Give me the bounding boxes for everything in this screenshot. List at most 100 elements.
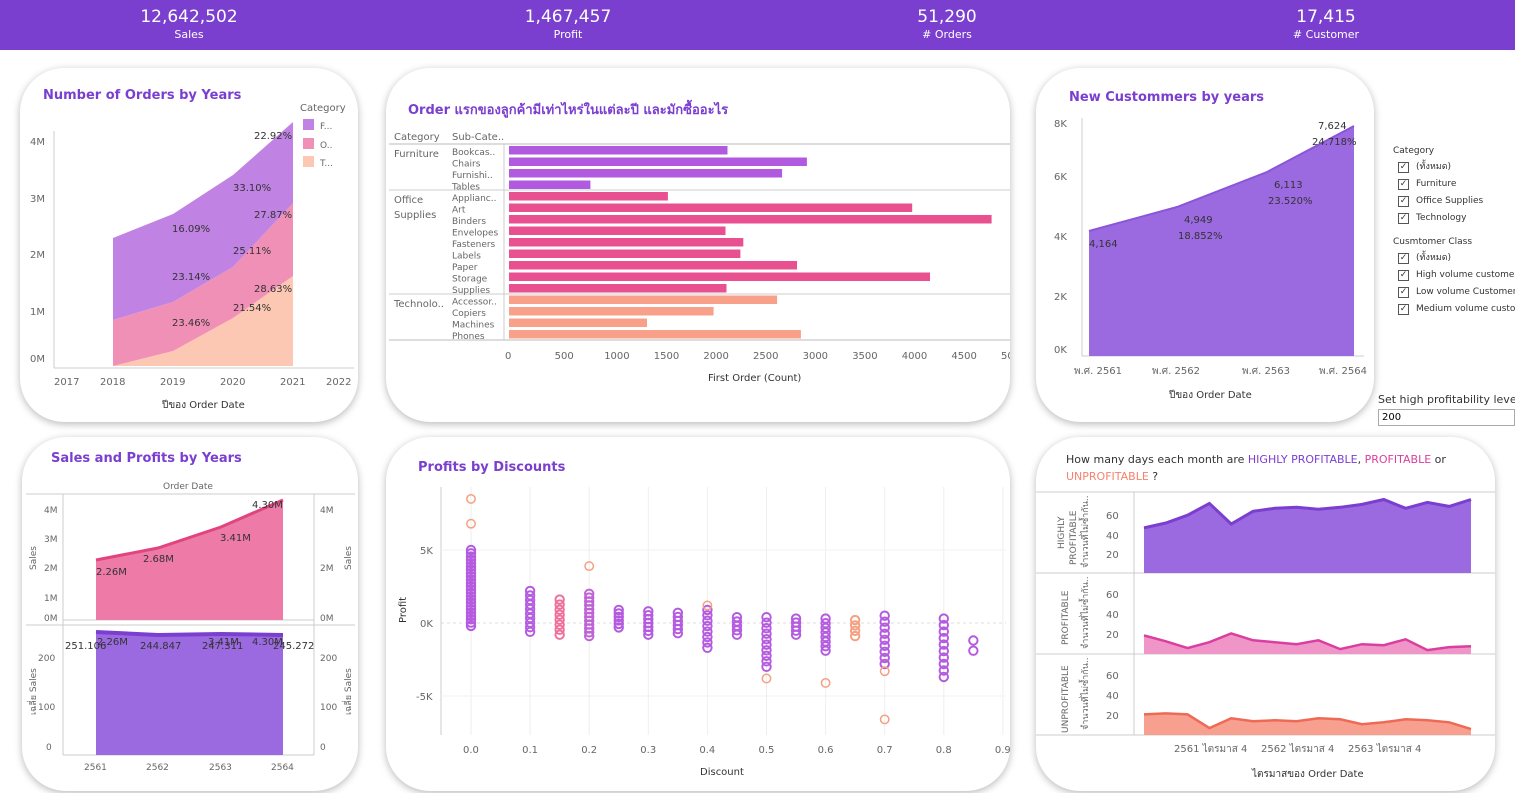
checkbox-checked-icon[interactable]: ✓ [1398, 196, 1409, 207]
row-sublabel: จำนวนที่ไม่ซ้ำกัน.. [1078, 657, 1091, 730]
bar[interactable] [509, 226, 726, 236]
row-label-highly-profitable: HIGHLY [1057, 516, 1067, 549]
y-tick: 6K [1054, 172, 1067, 183]
data-label: 6,113 [1274, 180, 1303, 191]
scatter-point[interactable] [968, 635, 979, 646]
x-tick: 0.9 [995, 745, 1010, 756]
class-filter-item[interactable]: ✓ Low volume Customer [1378, 284, 1515, 301]
y-tick: 8K [1054, 119, 1067, 130]
y-tick: 40 [1106, 610, 1119, 621]
category-label: Office [394, 195, 423, 206]
bar[interactable] [509, 180, 591, 190]
subcategory-label: Furnishi.. [452, 171, 493, 181]
x-tick: 2561 ไตรมาส 4 [1174, 743, 1247, 755]
bar[interactable] [509, 249, 741, 259]
legend-swatch-office [303, 138, 314, 149]
y-tick: 100 [320, 703, 337, 713]
new-customers-chart[interactable]: 0K 2K 4K 6K 8K 4,164 4,949 18.852% 6,113… [1036, 68, 1374, 422]
kpi-sales-value: 12,642,502 [140, 7, 238, 27]
x-tick: 2562 [146, 763, 169, 773]
bar[interactable] [509, 238, 744, 247]
data-label: 245.272 [273, 641, 314, 652]
subcategory-label: Accessor.. [452, 298, 497, 308]
data-label: 23.520% [1268, 196, 1313, 207]
category-filter-item[interactable]: ✓ Furniture [1378, 176, 1515, 193]
bar[interactable] [509, 169, 783, 178]
bar[interactable] [509, 295, 778, 305]
checkbox-checked-icon[interactable]: ✓ [1398, 253, 1409, 264]
bar[interactable] [509, 284, 727, 293]
bar[interactable] [509, 261, 797, 270]
sales-profits-chart[interactable]: Order Date 0M 1M 2M 3M 4M 0M 2M 4M Sales… [22, 437, 358, 791]
data-label: 33.10% [233, 183, 271, 194]
y-tick: 3M [44, 535, 58, 545]
class-filter-item[interactable]: ✓ High volume customer [1378, 267, 1515, 284]
kpi-orders-value: 51,290 [917, 7, 977, 27]
y-tick: 60 [1106, 671, 1119, 682]
x-axis-label: ปีของ Order Date [1168, 389, 1251, 401]
data-label: 18.852% [1178, 231, 1223, 242]
scatter-point[interactable] [968, 645, 979, 656]
days-profitability-chart[interactable]: HIGHLY PROFITABLE จำนวนที่ไม่ซ้ำกัน.. PR… [1036, 437, 1495, 791]
bar[interactable] [509, 318, 647, 328]
x-tick: 3500 [852, 351, 877, 362]
bar[interactable] [509, 330, 801, 339]
subcategory-label: Bookcas.. [452, 148, 495, 158]
profitability-parameter-input[interactable] [1378, 409, 1515, 426]
class-filter-item[interactable]: ✓ Medium volume customer [1378, 301, 1515, 318]
x-tick: 2022 [326, 377, 351, 388]
bar[interactable] [509, 146, 728, 155]
checkbox-checked-icon[interactable]: ✓ [1398, 162, 1409, 173]
category-label: Supplies [394, 210, 436, 221]
category-filter-item[interactable]: ✓ (ทั้งหมด) [1378, 159, 1515, 176]
x-tick: 0.1 [522, 745, 538, 756]
bar[interactable] [509, 192, 668, 201]
checkbox-checked-icon[interactable]: ✓ [1398, 304, 1409, 315]
category-filter-item[interactable]: ✓ Office Supplies [1378, 193, 1515, 210]
data-label: 21.54% [233, 303, 271, 314]
checkbox-checked-icon[interactable]: ✓ [1398, 270, 1409, 281]
class-filter-item[interactable]: ✓ (ทั้งหมด) [1378, 250, 1515, 267]
x-tick: พ.ศ. 2562 [1152, 366, 1200, 377]
legend-item: F... [320, 122, 332, 132]
x-tick: 0.2 [581, 745, 597, 756]
subcategory-label: Phones [452, 332, 485, 342]
y-tick: 60 [1106, 590, 1119, 601]
y-tick: 100 [38, 703, 55, 713]
x-tick: 0.6 [818, 745, 834, 756]
bar[interactable] [509, 307, 714, 316]
x-tick: 1000 [604, 351, 629, 362]
data-label: 247.311 [202, 641, 243, 652]
y-tick: 1M [44, 594, 58, 604]
bar[interactable] [509, 272, 930, 282]
data-label: 23.46% [172, 318, 210, 329]
x-tick: 2563 ไตรมาส 4 [1348, 743, 1421, 755]
y-tick: 0M [44, 614, 58, 624]
data-label: 22.92% [254, 131, 292, 142]
y-axis-label: Sales [29, 546, 39, 570]
category-filter-item[interactable]: ✓ Technology [1378, 210, 1515, 227]
subcategory-label: Art [452, 206, 466, 216]
x-tick: 2018 [100, 377, 125, 388]
data-label: 28.63% [254, 284, 292, 295]
filter-item-label: Furniture [1416, 179, 1457, 189]
bar[interactable] [509, 157, 807, 167]
checkbox-checked-icon[interactable]: ✓ [1398, 213, 1409, 224]
x-tick: 0 [505, 351, 511, 362]
x-tick: พ.ศ. 2563 [1242, 366, 1290, 377]
kpi-orders: 51,290 # Orders [837, 6, 1057, 42]
bar[interactable] [509, 215, 992, 224]
checkbox-checked-icon[interactable]: ✓ [1398, 179, 1409, 190]
data-label: 25.11% [233, 246, 271, 257]
y-tick: 20 [1106, 550, 1119, 561]
first-order-chart[interactable]: Category Sub-Cate.. Furniture Office Sup… [386, 68, 1010, 422]
profits-by-discounts-chart[interactable]: 5K 0K -5K Profit 0.0 0.1 0.2 0.3 0.4 0.5 0.6 0.… [386, 437, 1010, 791]
data-label: 4,164 [1089, 239, 1118, 250]
bar[interactable] [509, 203, 913, 213]
data-label: 2.26M [96, 567, 127, 578]
x-tick: 0.0 [463, 745, 479, 756]
checkbox-checked-icon[interactable]: ✓ [1398, 287, 1409, 298]
orders-by-years-chart[interactable]: 0M 1M 2M 3M 4M 2017 2018 2019 2020 2021 … [20, 68, 358, 422]
avg-sales-area [96, 632, 283, 755]
data-label: 3.41M [220, 533, 251, 544]
